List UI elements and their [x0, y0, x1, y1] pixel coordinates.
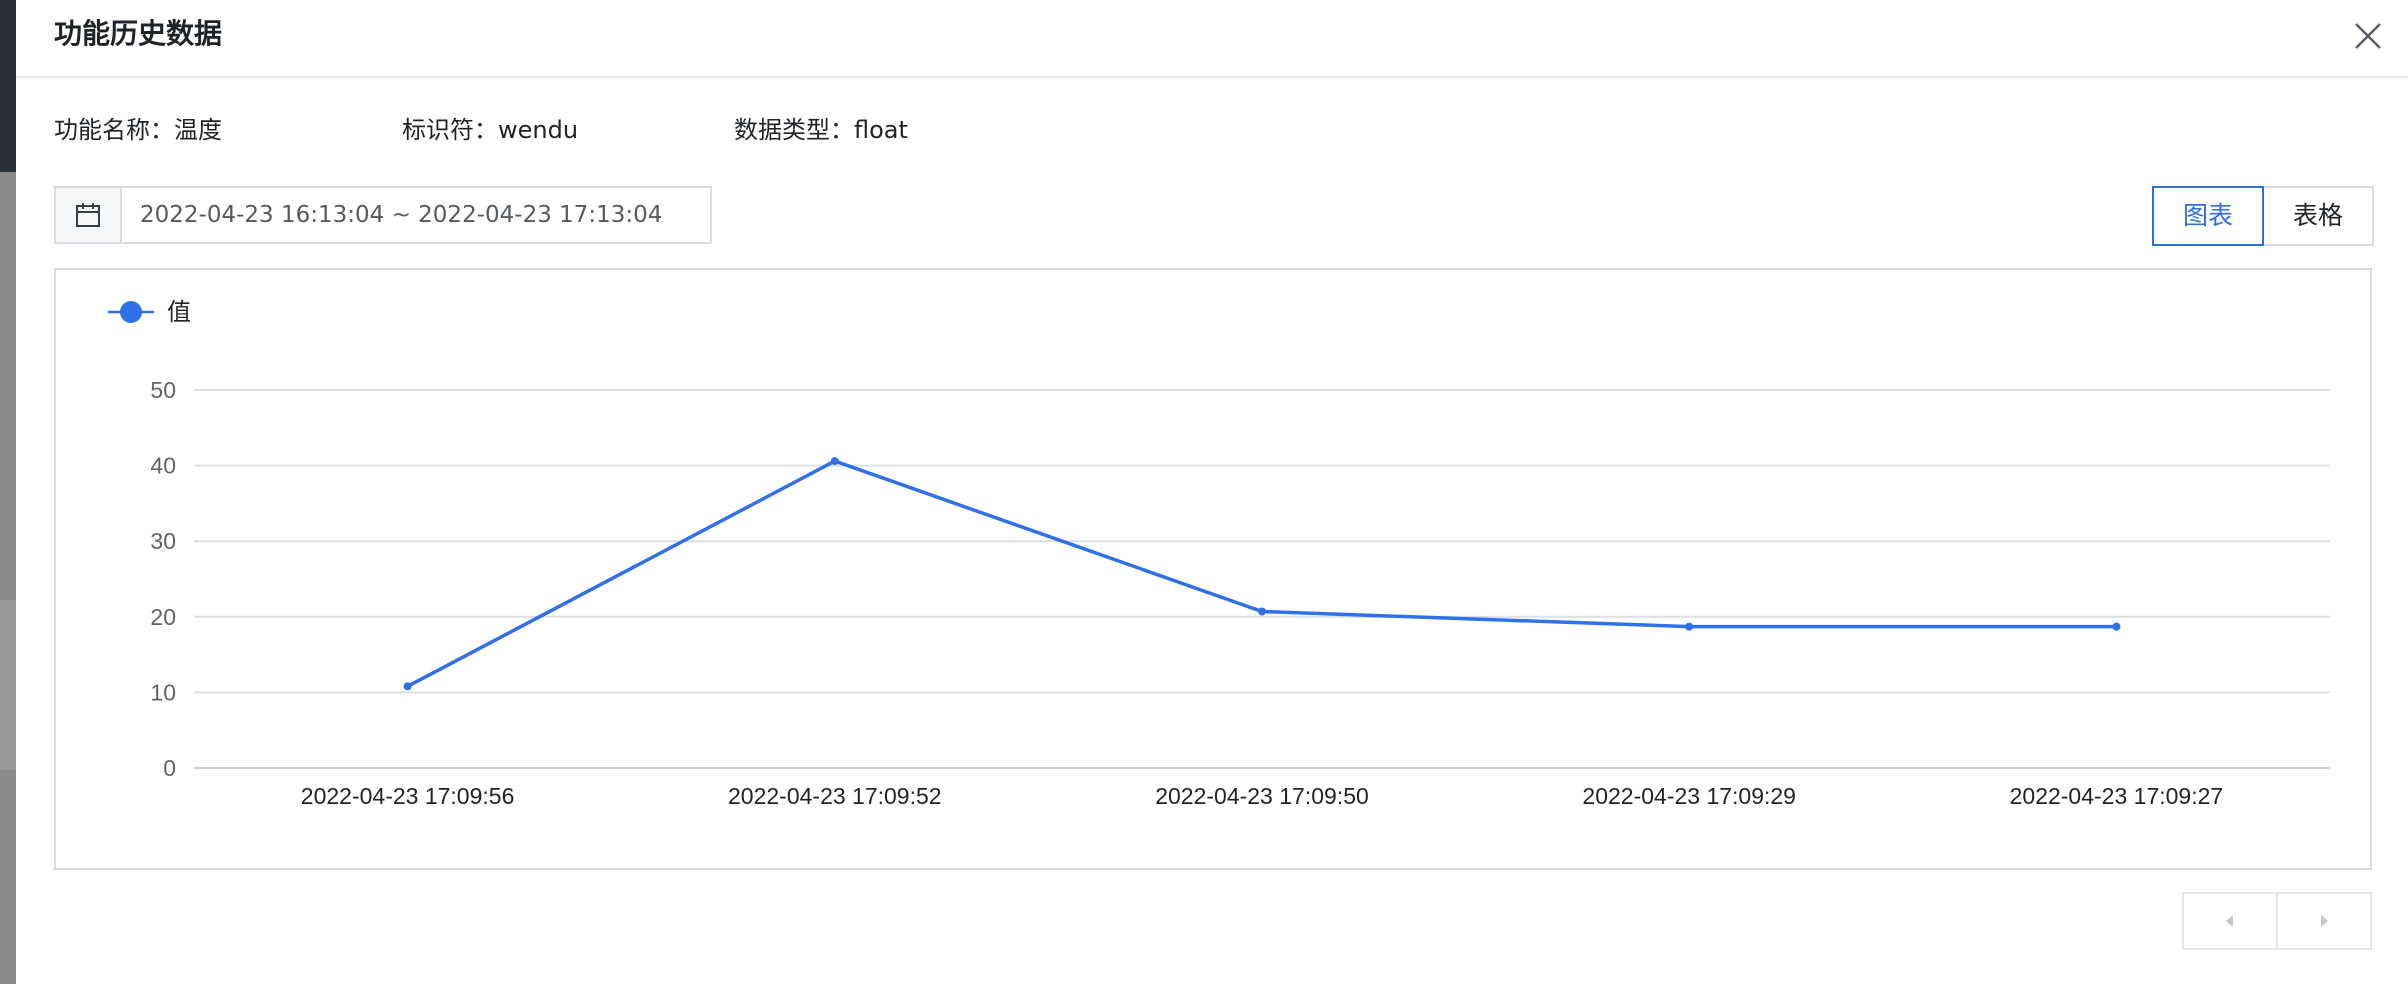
y-tick-label: 20 — [150, 604, 176, 630]
data-point — [1685, 622, 1694, 631]
data-point — [830, 457, 839, 466]
data-point — [1258, 607, 1266, 616]
data-point — [2112, 622, 2121, 631]
y-tick-label: 10 — [150, 679, 176, 705]
chart-container: 0 10 20 30 40 50 2022-04-23 17:09:56 2022-04-23… — [54, 268, 2372, 870]
modal-title: 功能历史数据 — [54, 17, 223, 50]
close-icon — [2355, 23, 2381, 49]
table-view-button[interactable]: 表格 — [2262, 186, 2374, 246]
x-tick-label: 2022-04-23 17:09:29 — [1582, 783, 1796, 809]
date-range-value[interactable]: 2022-04-23 16:13:04 ~ 2022-04-23 17:13:0… — [140, 188, 662, 242]
modal-header: 功能历史数据 — [16, 0, 2408, 78]
y-tick-label: 0 — [163, 755, 176, 781]
calendar-button[interactable] — [56, 188, 122, 242]
y-tick-label: 40 — [150, 453, 176, 479]
prev-page-button[interactable] — [2184, 894, 2276, 948]
date-range-picker[interactable]: 2022-04-23 16:13:04 ~ 2022-04-23 17:13:0… — [54, 186, 712, 244]
legend-label: 值 — [167, 298, 191, 326]
next-page-button[interactable] — [2278, 894, 2370, 948]
close-button[interactable] — [2350, 18, 2386, 54]
chart-view-button[interactable]: 图表 — [2152, 186, 2264, 246]
y-tick-label: 30 — [150, 528, 176, 554]
function-data-type: 数据类型：float — [734, 116, 908, 144]
backdrop-dark-region — [0, 0, 16, 172]
history-data-modal: 功能历史数据 功能名称：温度 标识符：wendu 数据类型：float 2022… — [16, 0, 2408, 984]
backdrop-mid-region — [0, 600, 16, 770]
x-tick-label: 2022-04-23 17:09:52 — [728, 783, 942, 809]
x-tick-label: 2022-04-23 17:09:56 — [301, 783, 515, 809]
line-chart: 0 10 20 30 40 50 2022-04-23 17:09:56 2022-04-23… — [108, 298, 2330, 809]
series-line — [406, 459, 2117, 688]
x-tick-label: 2022-04-23 17:09:50 — [1155, 783, 1369, 809]
chevron-right-icon — [2321, 915, 2328, 927]
y-tick-label: 50 — [150, 377, 176, 403]
function-name: 功能名称：温度 — [54, 116, 222, 144]
page-backdrop — [0, 0, 16, 984]
legend-marker — [120, 301, 142, 323]
calendar-icon — [76, 203, 100, 227]
function-identifier: 标识符：wendu — [402, 116, 579, 144]
pagination — [2182, 892, 2372, 950]
chevron-left-icon — [2226, 915, 2233, 927]
data-point — [403, 682, 412, 691]
x-tick-label: 2022-04-23 17:09:27 — [2010, 783, 2224, 809]
